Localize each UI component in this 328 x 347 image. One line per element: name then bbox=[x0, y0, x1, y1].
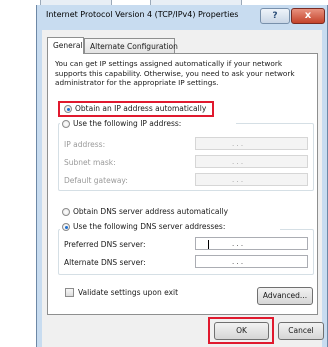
use-following-ip-label[interactable]: Use the following IP address: bbox=[73, 119, 181, 128]
close-icon: x bbox=[304, 10, 312, 21]
obtain-dns-auto-label[interactable]: Obtain DNS server address automatically bbox=[73, 207, 228, 216]
subnet-mask-label: Subnet mask: bbox=[64, 158, 116, 167]
use-following-dns-label[interactable]: Use the following DNS server addresses: bbox=[73, 222, 225, 231]
validate-checkbox[interactable] bbox=[65, 288, 74, 297]
use-following-ip-radio[interactable] bbox=[62, 120, 70, 128]
obtain-ip-auto-radio[interactable] bbox=[64, 105, 72, 113]
dns-server-group bbox=[58, 229, 314, 275]
preferred-dns-dots: . . . bbox=[232, 240, 244, 248]
close-button[interactable]: x bbox=[291, 8, 325, 24]
use-following-dns-radio[interactable] bbox=[62, 223, 70, 231]
cancel-button[interactable]: Cancel bbox=[278, 322, 324, 340]
default-gateway-label: Default gateway: bbox=[64, 176, 128, 185]
obtain-dns-auto-radio[interactable] bbox=[62, 208, 70, 216]
alternate-dns-label: Alternate DNS server: bbox=[64, 258, 146, 267]
intro-text: You can get IP settings assigned automat… bbox=[55, 59, 295, 87]
obtain-ip-auto-label[interactable]: Obtain an IP address automatically bbox=[75, 104, 206, 113]
ip-address-label: IP address: bbox=[64, 140, 106, 149]
dialog-title: Internet Protocol Version 4 (TCP/IPv4) P… bbox=[46, 10, 239, 19]
preferred-dns-label: Preferred DNS server: bbox=[64, 240, 146, 249]
help-button[interactable]: ? bbox=[260, 8, 290, 24]
tab-alternate-configuration[interactable]: Alternate Configuration bbox=[84, 38, 178, 54]
tab-general[interactable]: General bbox=[47, 37, 84, 54]
subnet-dots: . . . bbox=[232, 158, 244, 166]
subnet-mask-input[interactable]: . . . bbox=[195, 155, 308, 168]
alternate-dns-input[interactable]: . . . bbox=[195, 255, 308, 268]
preferred-dns-input[interactable]: . . . bbox=[195, 237, 308, 250]
ip-address-input[interactable]: . . . bbox=[195, 137, 308, 150]
help-icon: ? bbox=[272, 11, 278, 21]
advanced-button[interactable]: Advanced... bbox=[257, 287, 313, 305]
alternate-dns-dots: . . . bbox=[232, 258, 244, 266]
gateway-dots: . . . bbox=[232, 176, 244, 184]
default-gateway-input[interactable]: . . . bbox=[195, 173, 308, 186]
text-caret bbox=[208, 240, 209, 249]
ip-dots: . . . bbox=[232, 140, 244, 148]
validate-label[interactable]: Validate settings upon exit bbox=[78, 288, 178, 297]
ok-button[interactable]: OK bbox=[214, 322, 269, 340]
